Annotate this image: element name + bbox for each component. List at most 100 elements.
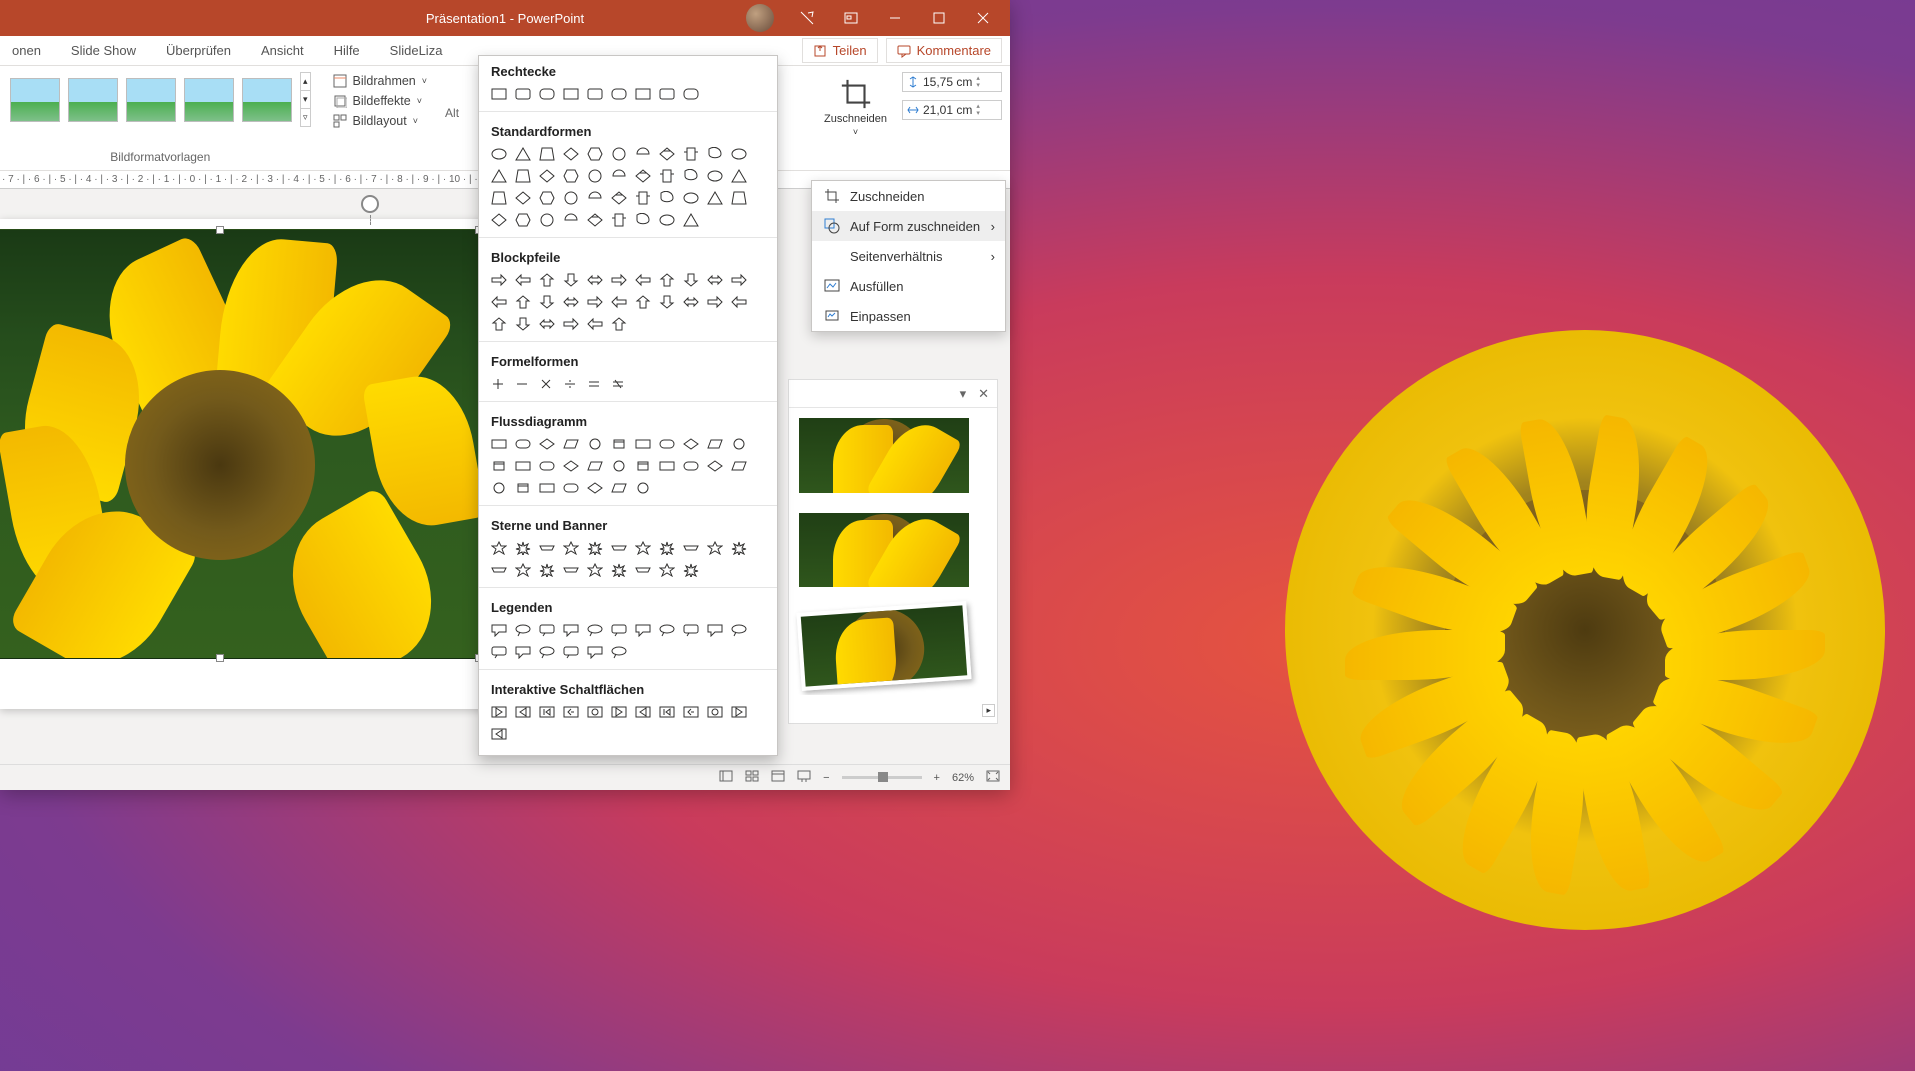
shape-option[interactable] — [633, 167, 653, 185]
shape-option[interactable] — [729, 703, 749, 721]
shape-option[interactable] — [537, 315, 557, 333]
crop-menu-aspect[interactable]: Seitenverhältnis › — [812, 241, 1005, 271]
shape-option[interactable] — [729, 621, 749, 639]
shape-option[interactable] — [489, 479, 509, 497]
shape-option[interactable] — [561, 479, 581, 497]
shape-option[interactable] — [489, 457, 509, 475]
shape-option[interactable] — [609, 145, 629, 163]
shape-option[interactable] — [537, 703, 557, 721]
shape-option[interactable] — [657, 145, 677, 163]
gallery-next-icon[interactable]: ▾ — [301, 90, 310, 108]
style-thumb-1[interactable] — [10, 78, 60, 122]
simplified-ribbon-icon[interactable] — [790, 0, 824, 36]
shape-option[interactable] — [537, 293, 557, 311]
shape-option[interactable] — [729, 145, 749, 163]
shape-option[interactable] — [513, 703, 533, 721]
shape-option[interactable] — [609, 189, 629, 207]
shape-option[interactable] — [633, 457, 653, 475]
shape-option[interactable] — [633, 703, 653, 721]
shape-option[interactable] — [489, 293, 509, 311]
shape-option[interactable] — [489, 621, 509, 639]
shape-option[interactable] — [729, 293, 749, 311]
shape-option[interactable] — [609, 479, 629, 497]
shape-option[interactable] — [561, 167, 581, 185]
crop-menu-fill[interactable]: Ausfüllen — [812, 271, 1005, 301]
design-idea-thumb[interactable] — [799, 513, 969, 588]
shape-option[interactable] — [585, 315, 605, 333]
shape-option[interactable] — [609, 621, 629, 639]
tab-slideshow[interactable]: Slide Show — [65, 39, 142, 62]
crop-menu-fit[interactable]: Einpassen — [812, 301, 1005, 331]
shape-option[interactable] — [681, 539, 701, 557]
shape-option[interactable] — [633, 293, 653, 311]
shape-option[interactable] — [489, 703, 509, 721]
shape-option[interactable] — [537, 167, 557, 185]
shape-option[interactable] — [609, 643, 629, 661]
shape-option[interactable] — [489, 271, 509, 289]
avatar[interactable] — [746, 4, 774, 32]
zoom-level[interactable]: 62% — [952, 772, 974, 784]
shape-option[interactable] — [633, 435, 653, 453]
crop-menu-crop[interactable]: Zuschneiden — [812, 181, 1005, 211]
shape-option[interactable] — [729, 539, 749, 557]
comments-button[interactable]: Kommentare — [886, 38, 1002, 63]
shape-option[interactable] — [489, 375, 509, 393]
shape-option[interactable] — [585, 293, 605, 311]
shape-option[interactable] — [513, 271, 533, 289]
shape-option[interactable] — [585, 435, 605, 453]
shape-option[interactable] — [657, 435, 677, 453]
shape-option[interactable] — [705, 293, 725, 311]
close-button[interactable] — [966, 0, 1000, 36]
shape-option[interactable] — [513, 643, 533, 661]
shape-option[interactable] — [681, 271, 701, 289]
design-idea-thumb[interactable] — [796, 601, 971, 691]
shape-option[interactable] — [657, 703, 677, 721]
shape-option[interactable] — [513, 145, 533, 163]
shape-option[interactable] — [609, 211, 629, 229]
shape-option[interactable] — [705, 539, 725, 557]
selected-picture[interactable] — [0, 229, 480, 659]
share-button[interactable]: Teilen — [802, 38, 878, 63]
shape-option[interactable] — [489, 643, 509, 661]
gallery-more-icon[interactable]: ▿ — [301, 108, 310, 126]
shape-option[interactable] — [489, 167, 509, 185]
shape-option[interactable] — [513, 457, 533, 475]
tab-review[interactable]: Überprüfen — [160, 39, 237, 62]
shape-option[interactable] — [537, 539, 557, 557]
shape-option[interactable] — [561, 643, 581, 661]
height-spinner[interactable]: ▴▾ — [976, 75, 980, 89]
shape-option[interactable] — [585, 703, 605, 721]
shape-option[interactable] — [705, 457, 725, 475]
shape-option[interactable] — [609, 271, 629, 289]
shape-option[interactable] — [657, 621, 677, 639]
shape-option[interactable] — [705, 167, 725, 185]
shape-option[interactable] — [513, 539, 533, 557]
shape-option[interactable] — [561, 561, 581, 579]
shape-option[interactable] — [729, 167, 749, 185]
shape-option[interactable] — [681, 145, 701, 163]
shape-option[interactable] — [513, 85, 533, 103]
shape-option[interactable] — [561, 621, 581, 639]
shape-option[interactable] — [657, 189, 677, 207]
shape-option[interactable] — [609, 561, 629, 579]
shape-option[interactable] — [489, 561, 509, 579]
style-thumb-4[interactable] — [184, 78, 234, 122]
shape-option[interactable] — [729, 189, 749, 207]
shape-option[interactable] — [705, 145, 725, 163]
shape-option[interactable] — [513, 315, 533, 333]
shape-option[interactable] — [489, 539, 509, 557]
shape-option[interactable] — [489, 189, 509, 207]
shape-option[interactable] — [561, 375, 581, 393]
shape-option[interactable] — [561, 85, 581, 103]
tab-help[interactable]: Hilfe — [328, 39, 366, 62]
zoom-out-button[interactable]: − — [823, 772, 829, 784]
rotate-handle-icon[interactable] — [361, 195, 379, 213]
shape-option[interactable] — [681, 457, 701, 475]
shape-option[interactable] — [681, 85, 701, 103]
shape-option[interactable] — [609, 435, 629, 453]
style-thumb-3[interactable] — [126, 78, 176, 122]
shape-option[interactable] — [489, 435, 509, 453]
shape-option[interactable] — [489, 725, 509, 743]
shape-option[interactable] — [657, 561, 677, 579]
shape-option[interactable] — [561, 211, 581, 229]
